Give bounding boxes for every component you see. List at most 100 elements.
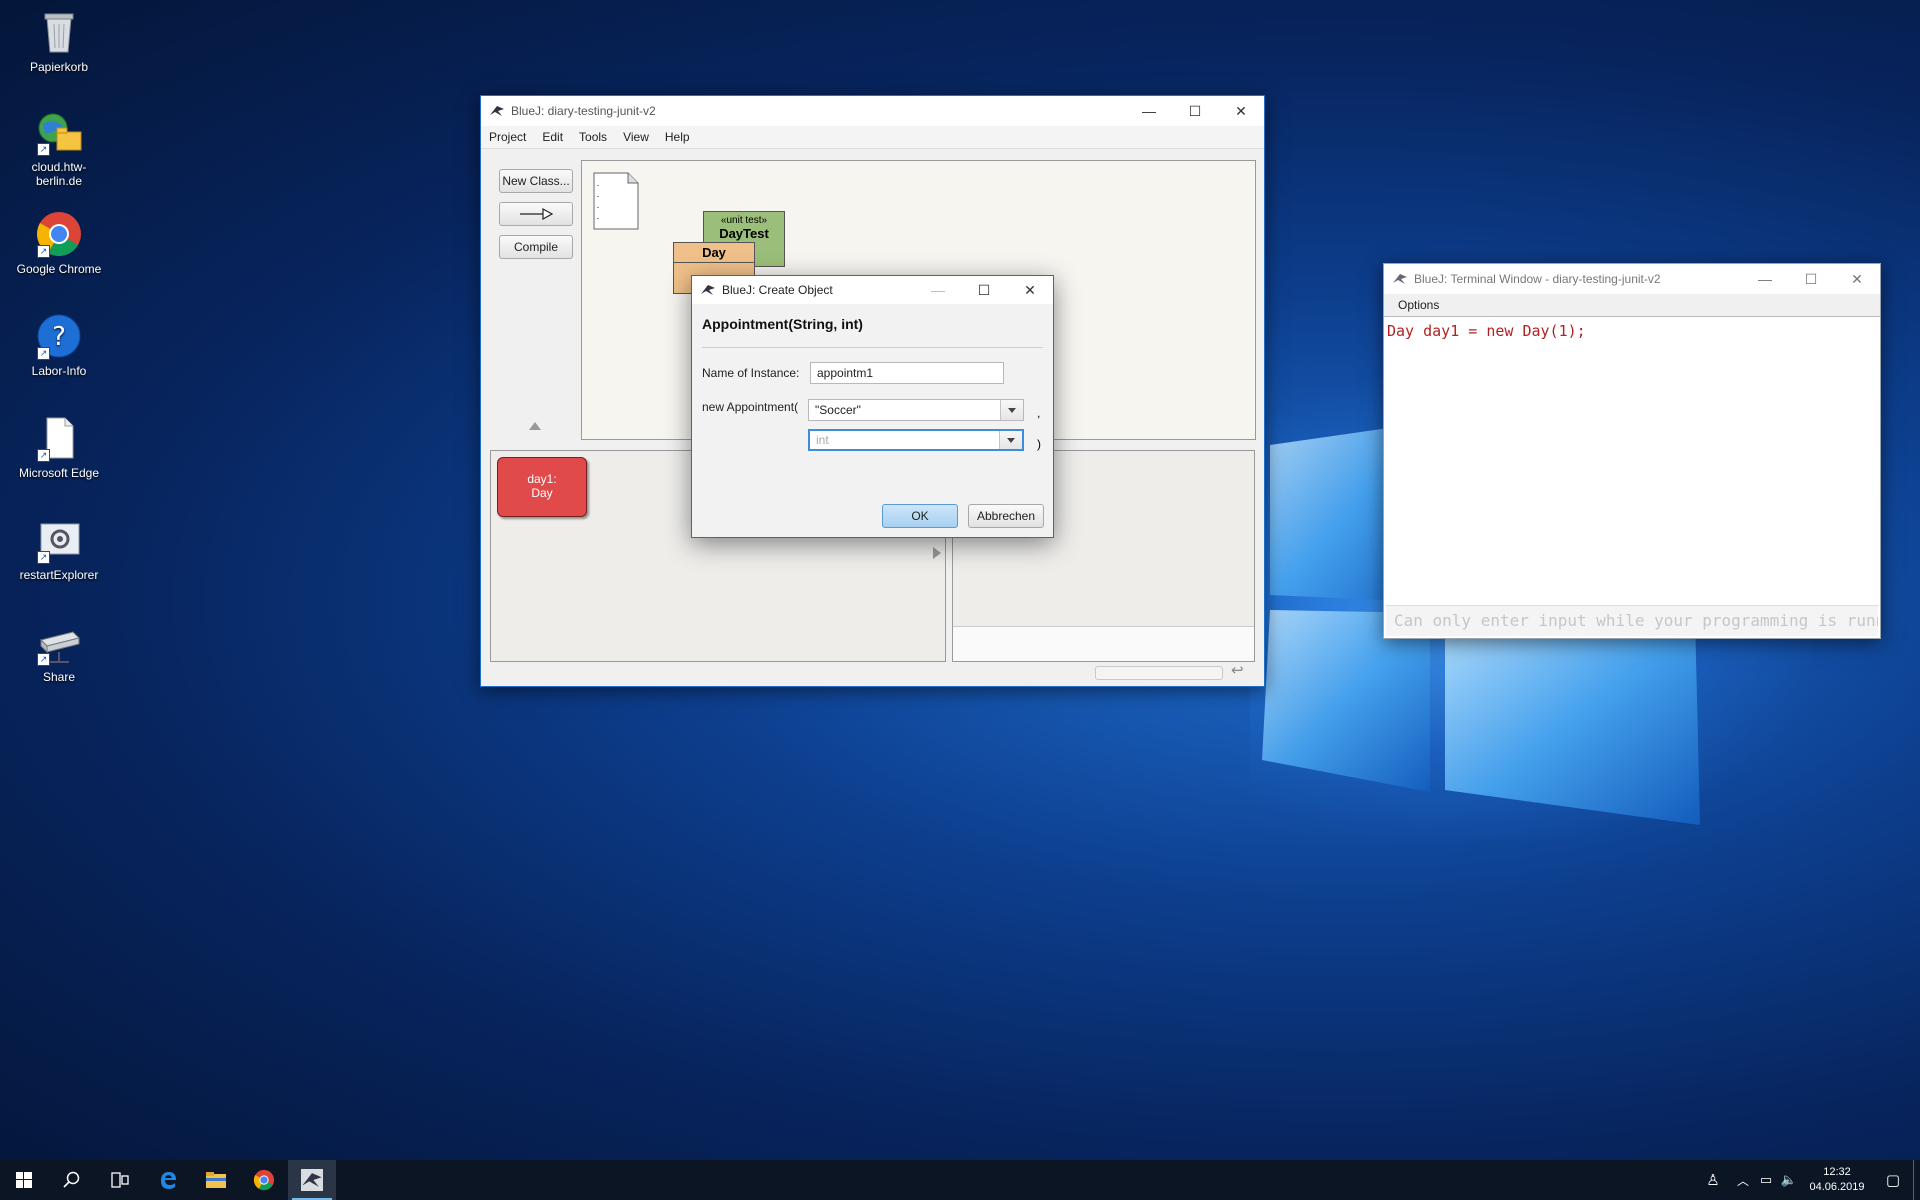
terminal-output-line: Day day1 = new Day(1); [1387, 322, 1586, 340]
bluej-bird-icon [701, 285, 715, 295]
bluej-menubar: Project Edit Tools View Help [481, 126, 1264, 149]
chevron-down-icon [1007, 437, 1015, 443]
bluej-bird-icon [301, 1169, 323, 1191]
dialog-title: BlueJ: Create Object [722, 283, 833, 297]
desktop-icon-edge[interactable]: ↗ Microsoft Edge [10, 414, 108, 480]
windows-start-icon [16, 1172, 32, 1188]
close-icon[interactable]: ✕ [1218, 96, 1264, 126]
search-icon [63, 1171, 80, 1188]
terminal-input-field[interactable]: Can only enter input while your programm… [1386, 605, 1878, 636]
chevron-up-icon[interactable]: ︿ [1731, 1172, 1755, 1189]
maximize-icon[interactable]: ☐ [1172, 96, 1218, 126]
window-title: BlueJ: diary-testing-junit-v2 [511, 104, 656, 118]
people-icon[interactable]: ♙ [1695, 1171, 1731, 1189]
clock-time: 12:32 [1823, 1166, 1851, 1178]
desktop-icon-labor-info[interactable]: ? ↗ Labor-Info [10, 312, 108, 378]
new-arrow-button[interactable] [499, 202, 573, 226]
close-icon[interactable]: ✕ [1007, 276, 1053, 304]
terminal-titlebar[interactable]: BlueJ: Terminal Window - diary-testing-j… [1384, 264, 1880, 294]
shortcut-arrow-icon: ↗ [37, 449, 50, 462]
day-class-name: Day [674, 245, 754, 263]
object-day1[interactable]: day1: Day [497, 457, 587, 517]
svg-text:?: ? [52, 322, 66, 352]
name-of-instance-label: Name of Instance: [702, 366, 800, 380]
bench-scroll-right-icon[interactable] [933, 547, 941, 559]
clock-date: 04.06.2019 [1809, 1181, 1865, 1193]
bench-scroll-up-icon[interactable] [529, 422, 541, 430]
task-view-icon [111, 1172, 129, 1188]
desktop-icon-label: Microsoft Edge [18, 466, 100, 480]
desktop-icon-restart-explorer[interactable]: ↗ restartExplorer [10, 516, 108, 582]
bluej-titlebar[interactable]: BlueJ: diary-testing-junit-v2 — ☐ ✕ [481, 96, 1264, 126]
edge-icon [161, 1172, 176, 1189]
arg1-dropdown[interactable] [1000, 400, 1023, 420]
cancel-button[interactable]: Abbrechen [968, 504, 1044, 528]
chevron-down-icon [1008, 407, 1016, 413]
code-pad-input[interactable] [953, 626, 1254, 661]
menu-options[interactable]: Options [1384, 298, 1447, 312]
daytest-class-name: DayTest [719, 226, 769, 241]
taskbar-file-explorer[interactable] [192, 1160, 240, 1200]
ok-button[interactable]: OK [882, 504, 958, 528]
menu-edit[interactable]: Edit [534, 130, 571, 144]
network-icon[interactable]: ▭ [1755, 1172, 1777, 1188]
object-type: Day [531, 486, 553, 500]
minimize-icon: — [931, 282, 945, 298]
menu-view[interactable]: View [615, 130, 657, 144]
inheritance-arrow-icon [520, 208, 553, 220]
maximize-icon[interactable]: ☐ [1788, 264, 1834, 294]
start-button[interactable] [0, 1160, 48, 1200]
minimize-icon[interactable]: — [1742, 264, 1788, 294]
show-desktop-button[interactable] [1913, 1160, 1920, 1200]
arg1-separator: , [1037, 406, 1041, 420]
maximize-icon[interactable]: ☐ [961, 276, 1007, 304]
clock[interactable]: 12:32 04.06.2019 [1801, 1165, 1873, 1195]
return-icon[interactable]: ↩ [1231, 663, 1249, 679]
desktop-icon-papierkorb[interactable]: Papierkorb [10, 8, 108, 74]
shortcut-arrow-icon: ↗ [37, 143, 50, 156]
notification-center-icon[interactable]: ▢ [1873, 1171, 1913, 1189]
volume-icon[interactable]: 🔈 [1777, 1172, 1801, 1188]
arg1-combo[interactable]: "Soccer" [808, 399, 1024, 421]
search-button[interactable] [48, 1160, 96, 1200]
arg2-combo[interactable]: int [808, 429, 1024, 451]
taskbar-edge[interactable] [144, 1160, 192, 1200]
desktop-icon-label: Papierkorb [29, 60, 89, 74]
desktop-icon-chrome[interactable]: ↗ Google Chrome [10, 210, 108, 276]
menu-tools[interactable]: Tools [571, 130, 615, 144]
object-name: day1: [527, 472, 557, 486]
desktop-icon-share[interactable]: ↗ Share [10, 618, 108, 684]
terminal-menubar: Options [1384, 294, 1880, 317]
desktop-icon-label: Share [42, 670, 76, 684]
desktop-icon-label: restartExplorer [19, 568, 99, 582]
terminal-output[interactable]: Day day1 = new Day(1); Can only enter in… [1384, 316, 1880, 638]
instance-name-field[interactable]: appointm1 [810, 362, 1004, 384]
desktop-icon-label: Labor-Info [31, 364, 87, 378]
readme-file-icon[interactable] [592, 171, 640, 231]
close-icon[interactable]: ✕ [1834, 264, 1880, 294]
dialog-titlebar[interactable]: BlueJ: Create Object — ☐ ✕ [692, 276, 1053, 304]
desktop-icon-cloud[interactable]: ↗ cloud.htw-berlin.de [10, 108, 108, 188]
minimize-icon[interactable]: — [1126, 96, 1172, 126]
arg2-dropdown[interactable] [999, 431, 1022, 449]
system-tray: ♙ ︿ ▭ 🔈 12:32 04.06.2019 ▢ [1695, 1160, 1920, 1200]
taskbar: ♙ ︿ ▭ 🔈 12:32 04.06.2019 ▢ [0, 1160, 1920, 1200]
taskbar-chrome[interactable] [240, 1160, 288, 1200]
arg1-value: "Soccer" [815, 403, 861, 417]
menu-project[interactable]: Project [481, 130, 534, 144]
arg2-placeholder: int [816, 433, 829, 447]
unit-test-stereotype: «unit test» [720, 215, 768, 226]
menu-help[interactable]: Help [657, 130, 698, 144]
constructor-label: new Appointment( [702, 400, 799, 414]
shortcut-arrow-icon: ↗ [37, 347, 50, 360]
compile-button[interactable]: Compile [499, 235, 573, 259]
task-view-button[interactable] [96, 1160, 144, 1200]
progress-indicator [1095, 666, 1223, 680]
arg2-separator: ) [1037, 437, 1041, 451]
shortcut-arrow-icon: ↗ [37, 653, 50, 666]
create-object-dialog: BlueJ: Create Object — ☐ ✕ Appointment(S… [691, 275, 1054, 538]
bluej-bird-icon [1393, 274, 1407, 284]
folder-icon [206, 1172, 226, 1188]
new-class-button[interactable]: New Class... [499, 169, 573, 193]
taskbar-bluej[interactable] [288, 1160, 336, 1200]
